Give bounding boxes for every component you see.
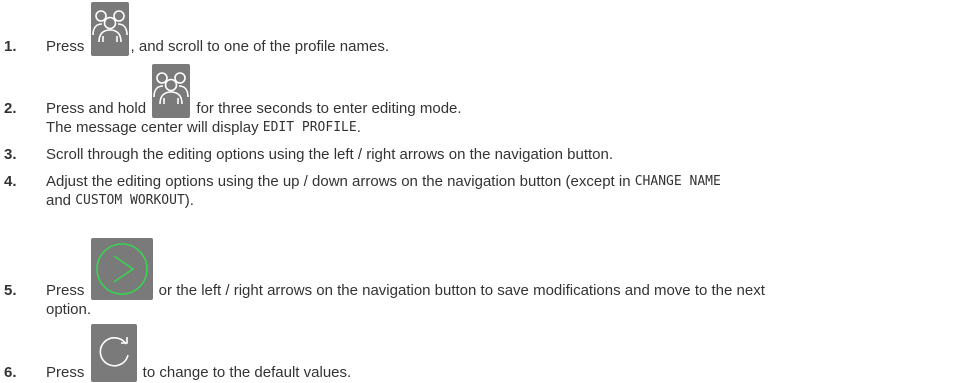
step-text: to change to the default values.: [138, 364, 352, 381]
step-text: or the left / right arrows on the naviga…: [154, 282, 765, 299]
step-text: The message center will display: [46, 119, 263, 136]
step-text: .: [356, 119, 361, 136]
start-icon: [90, 238, 153, 300]
profiles-icon: [90, 2, 129, 56]
option-name: CUSTOM WORKOUT: [75, 193, 185, 208]
step-number: 2.: [4, 100, 17, 117]
step-number: 4.: [4, 173, 17, 190]
step-text: Adjust the editing options using the up …: [46, 173, 635, 190]
display-message: EDIT PROFILE: [262, 120, 357, 135]
step-number: 3.: [4, 146, 17, 163]
step-text: Press: [46, 282, 89, 299]
step-text: and: [46, 192, 76, 209]
step-text: option.: [46, 301, 92, 318]
step-number: 1.: [4, 38, 17, 55]
step-text: ).: [184, 192, 194, 209]
step-text: Scroll through the editing options using…: [46, 146, 614, 163]
step-number: 5.: [4, 282, 17, 299]
step-text: Press: [46, 38, 89, 55]
option-name: CHANGE NAME: [634, 174, 721, 189]
reset-icon: [90, 324, 137, 382]
step-text: Press: [46, 364, 89, 381]
step-number: 6.: [4, 364, 17, 381]
step-text: Press and hold: [46, 100, 151, 117]
step-text: for three seconds to enter editing mode.: [192, 100, 462, 117]
profiles-icon: [152, 64, 191, 118]
step-text: , and scroll to one of the profile names…: [130, 38, 389, 55]
